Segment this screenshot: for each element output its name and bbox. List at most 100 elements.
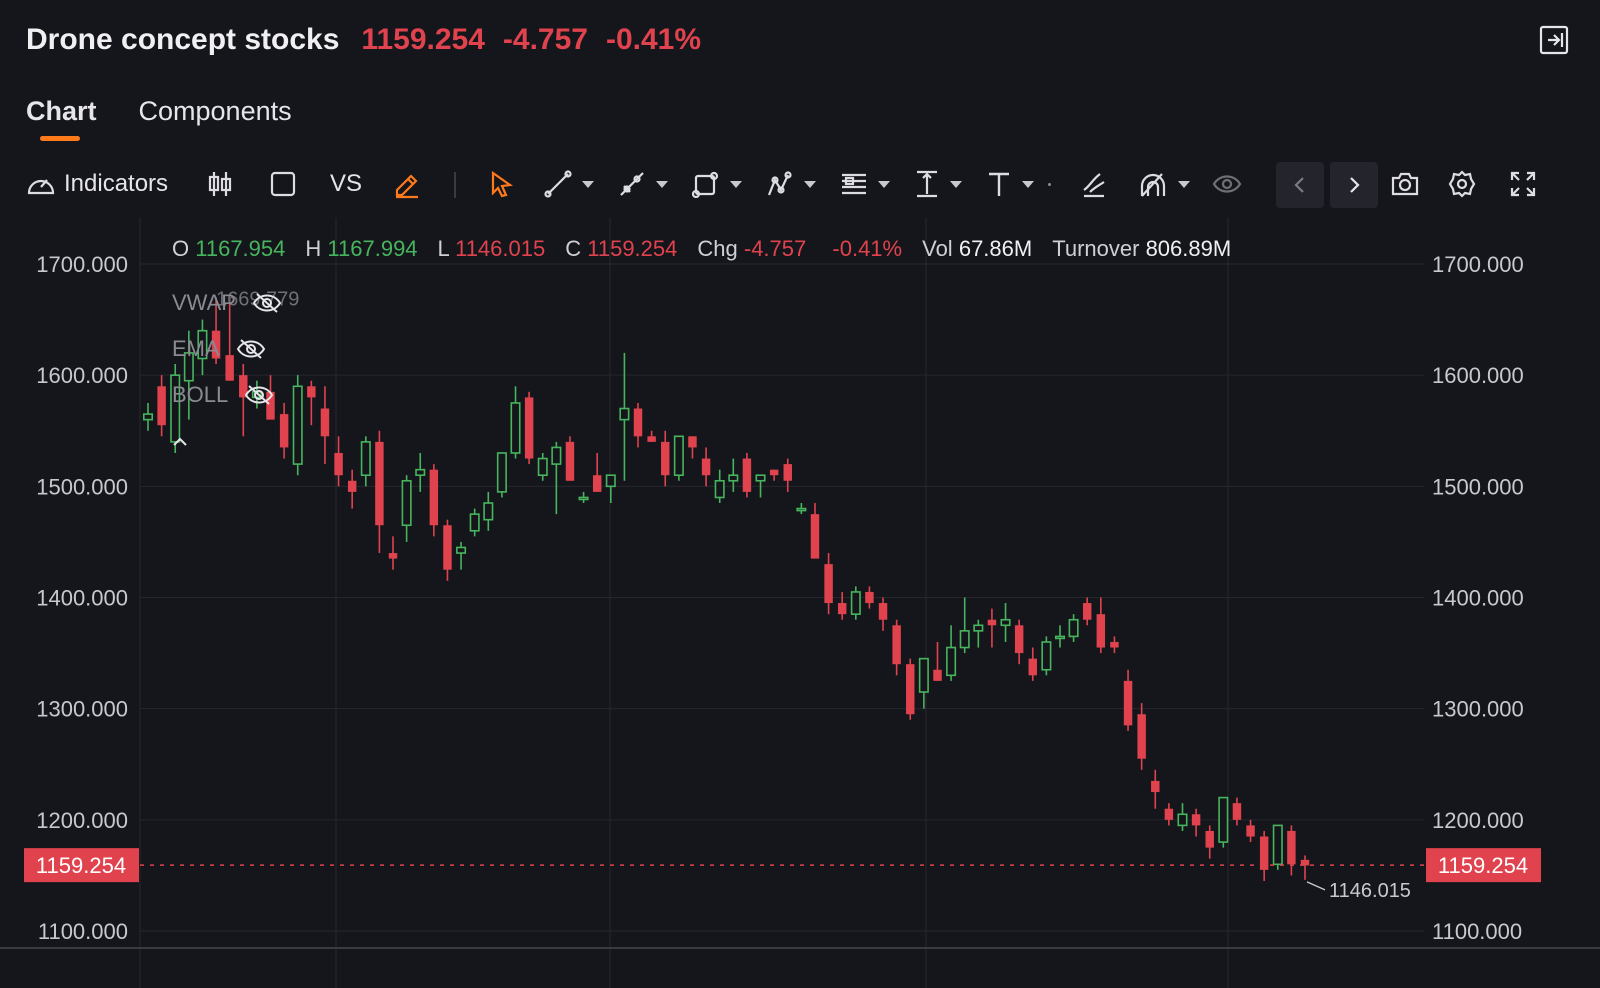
candle-body-down: [824, 564, 833, 604]
candlestick-icon[interactable]: [206, 162, 234, 206]
candle-body-up: [946, 646, 957, 677]
last-price: 1159.254: [361, 23, 485, 56]
price-change-pct: -0.41%: [605, 23, 702, 56]
candle-body-up: [1068, 618, 1079, 638]
candle-body-down: [661, 441, 670, 476]
exit-panel-icon[interactable]: [1538, 24, 1570, 56]
y-tick-label-left: 1100.000: [38, 919, 128, 944]
vs-button[interactable]: VS: [330, 162, 362, 206]
candle-body-up: [1218, 796, 1229, 843]
candle-body-up: [850, 591, 861, 615]
candle-body-down: [375, 441, 384, 526]
candle-body-down: [783, 464, 792, 481]
trend-line-icon[interactable]: [544, 162, 594, 206]
candle-body-down: [633, 408, 643, 437]
page-title: Drone concept stocks: [26, 23, 340, 56]
pattern-icon[interactable]: [766, 162, 816, 206]
current-price-label-left: 1159.254: [36, 853, 126, 878]
candle-body-up: [537, 457, 548, 477]
chevron-down-icon: [1178, 180, 1190, 188]
gear-icon[interactable]: [1448, 162, 1476, 206]
rectangle-icon[interactable]: [270, 162, 296, 206]
candle-body-down: [320, 408, 330, 437]
current-price-label-right: 1159.254: [1438, 853, 1528, 878]
y-tick-label-left: 1700.000: [36, 252, 128, 277]
pencil-icon[interactable]: [392, 162, 422, 206]
candle-body-up: [551, 446, 562, 465]
measure-icon[interactable]: [914, 162, 962, 206]
candle-body-up: [714, 479, 725, 499]
candle-body-down: [906, 664, 915, 715]
candle-body-up: [1041, 641, 1052, 671]
candle-body-down: [1110, 641, 1119, 648]
high-value: H 1167.994: [305, 236, 418, 261]
camera-icon[interactable]: [1390, 162, 1420, 206]
candle-body-down: [1287, 830, 1296, 865]
gauge-icon: [27, 179, 55, 195]
candle-series: [142, 297, 1310, 881]
candle-body-down: [810, 514, 820, 559]
candle-body-up: [755, 474, 766, 482]
candle-body-up: [456, 546, 467, 554]
eye-off-icon[interactable]: [252, 291, 282, 315]
candle-body-up: [728, 474, 739, 482]
candle-body-down: [837, 603, 847, 615]
y-tick-label-left: 1200.000: [36, 808, 128, 833]
candle-body-down: [701, 458, 711, 476]
tab-chart[interactable]: Chart: [26, 96, 97, 141]
candle-body-down: [1137, 714, 1146, 759]
candle-body-down: [1246, 825, 1255, 837]
candle-body-up: [360, 441, 371, 477]
prev-icon[interactable]: [1276, 162, 1324, 208]
candle-body-down: [933, 669, 942, 681]
close-value: C 1159.254: [565, 236, 678, 261]
tab-components[interactable]: Components: [139, 96, 292, 141]
candle-body-up: [973, 624, 984, 632]
candle-body-down: [1123, 680, 1133, 726]
y-tick-label-left: 1300.000: [36, 697, 128, 722]
candle-body-down: [1191, 814, 1201, 826]
candle-body-up: [1272, 824, 1283, 866]
indicators-label: Indicators: [64, 170, 169, 197]
candle-body-down: [1096, 614, 1106, 648]
candle-body-up: [673, 435, 684, 477]
collapse-legend-icon[interactable]: [172, 430, 188, 453]
candle-body-down: [742, 458, 752, 492]
open-value: O 1167.954: [172, 236, 286, 261]
candle-body-down: [388, 553, 398, 559]
text-icon[interactable]: [986, 162, 1051, 206]
y-tick-label-left: 1400.000: [36, 586, 128, 611]
shape-icon[interactable]: [692, 162, 742, 206]
eye-off-icon[interactable]: [236, 337, 266, 361]
fib-icon[interactable]: [840, 162, 890, 206]
chart-toolbar: Indicators VS: [26, 162, 1574, 208]
candle-body-down: [429, 469, 439, 526]
header: Drone concept stocks 1159.254 -4.757 -0.…: [26, 18, 701, 62]
y-tick-label-right: 1700.000: [1432, 252, 1524, 277]
candle-body-down: [1151, 780, 1160, 793]
candle-body-up: [619, 407, 630, 421]
eye-off-icon[interactable]: [244, 383, 274, 407]
candle-body-up: [469, 513, 480, 532]
candle-body-down: [892, 625, 901, 665]
brush-icon[interactable]: [1080, 162, 1108, 206]
candle-body-up: [578, 496, 589, 501]
fullscreen-icon[interactable]: [1510, 162, 1536, 206]
indicator-boll[interactable]: BOLL: [172, 372, 282, 418]
indicators-button[interactable]: Indicators: [26, 162, 168, 206]
candle-body-down: [769, 469, 779, 476]
candle-body-up: [483, 502, 494, 521]
indicator-ema[interactable]: EMA: [172, 326, 282, 372]
eye-icon[interactable]: [1212, 162, 1242, 206]
candle-body-down: [443, 525, 452, 570]
cursor-icon[interactable]: [488, 162, 514, 206]
y-tick-label-right: 1600.000: [1432, 363, 1524, 388]
candle-body-down: [334, 452, 343, 476]
ray-icon[interactable]: [618, 162, 668, 206]
candle-body-up: [1177, 813, 1188, 827]
next-icon[interactable]: [1330, 162, 1378, 208]
chevron-down-icon: [656, 180, 668, 188]
indicator-vwap[interactable]: VWAP: [172, 280, 282, 326]
magnet-icon[interactable]: [1138, 162, 1190, 206]
candle-body-up: [605, 474, 616, 488]
